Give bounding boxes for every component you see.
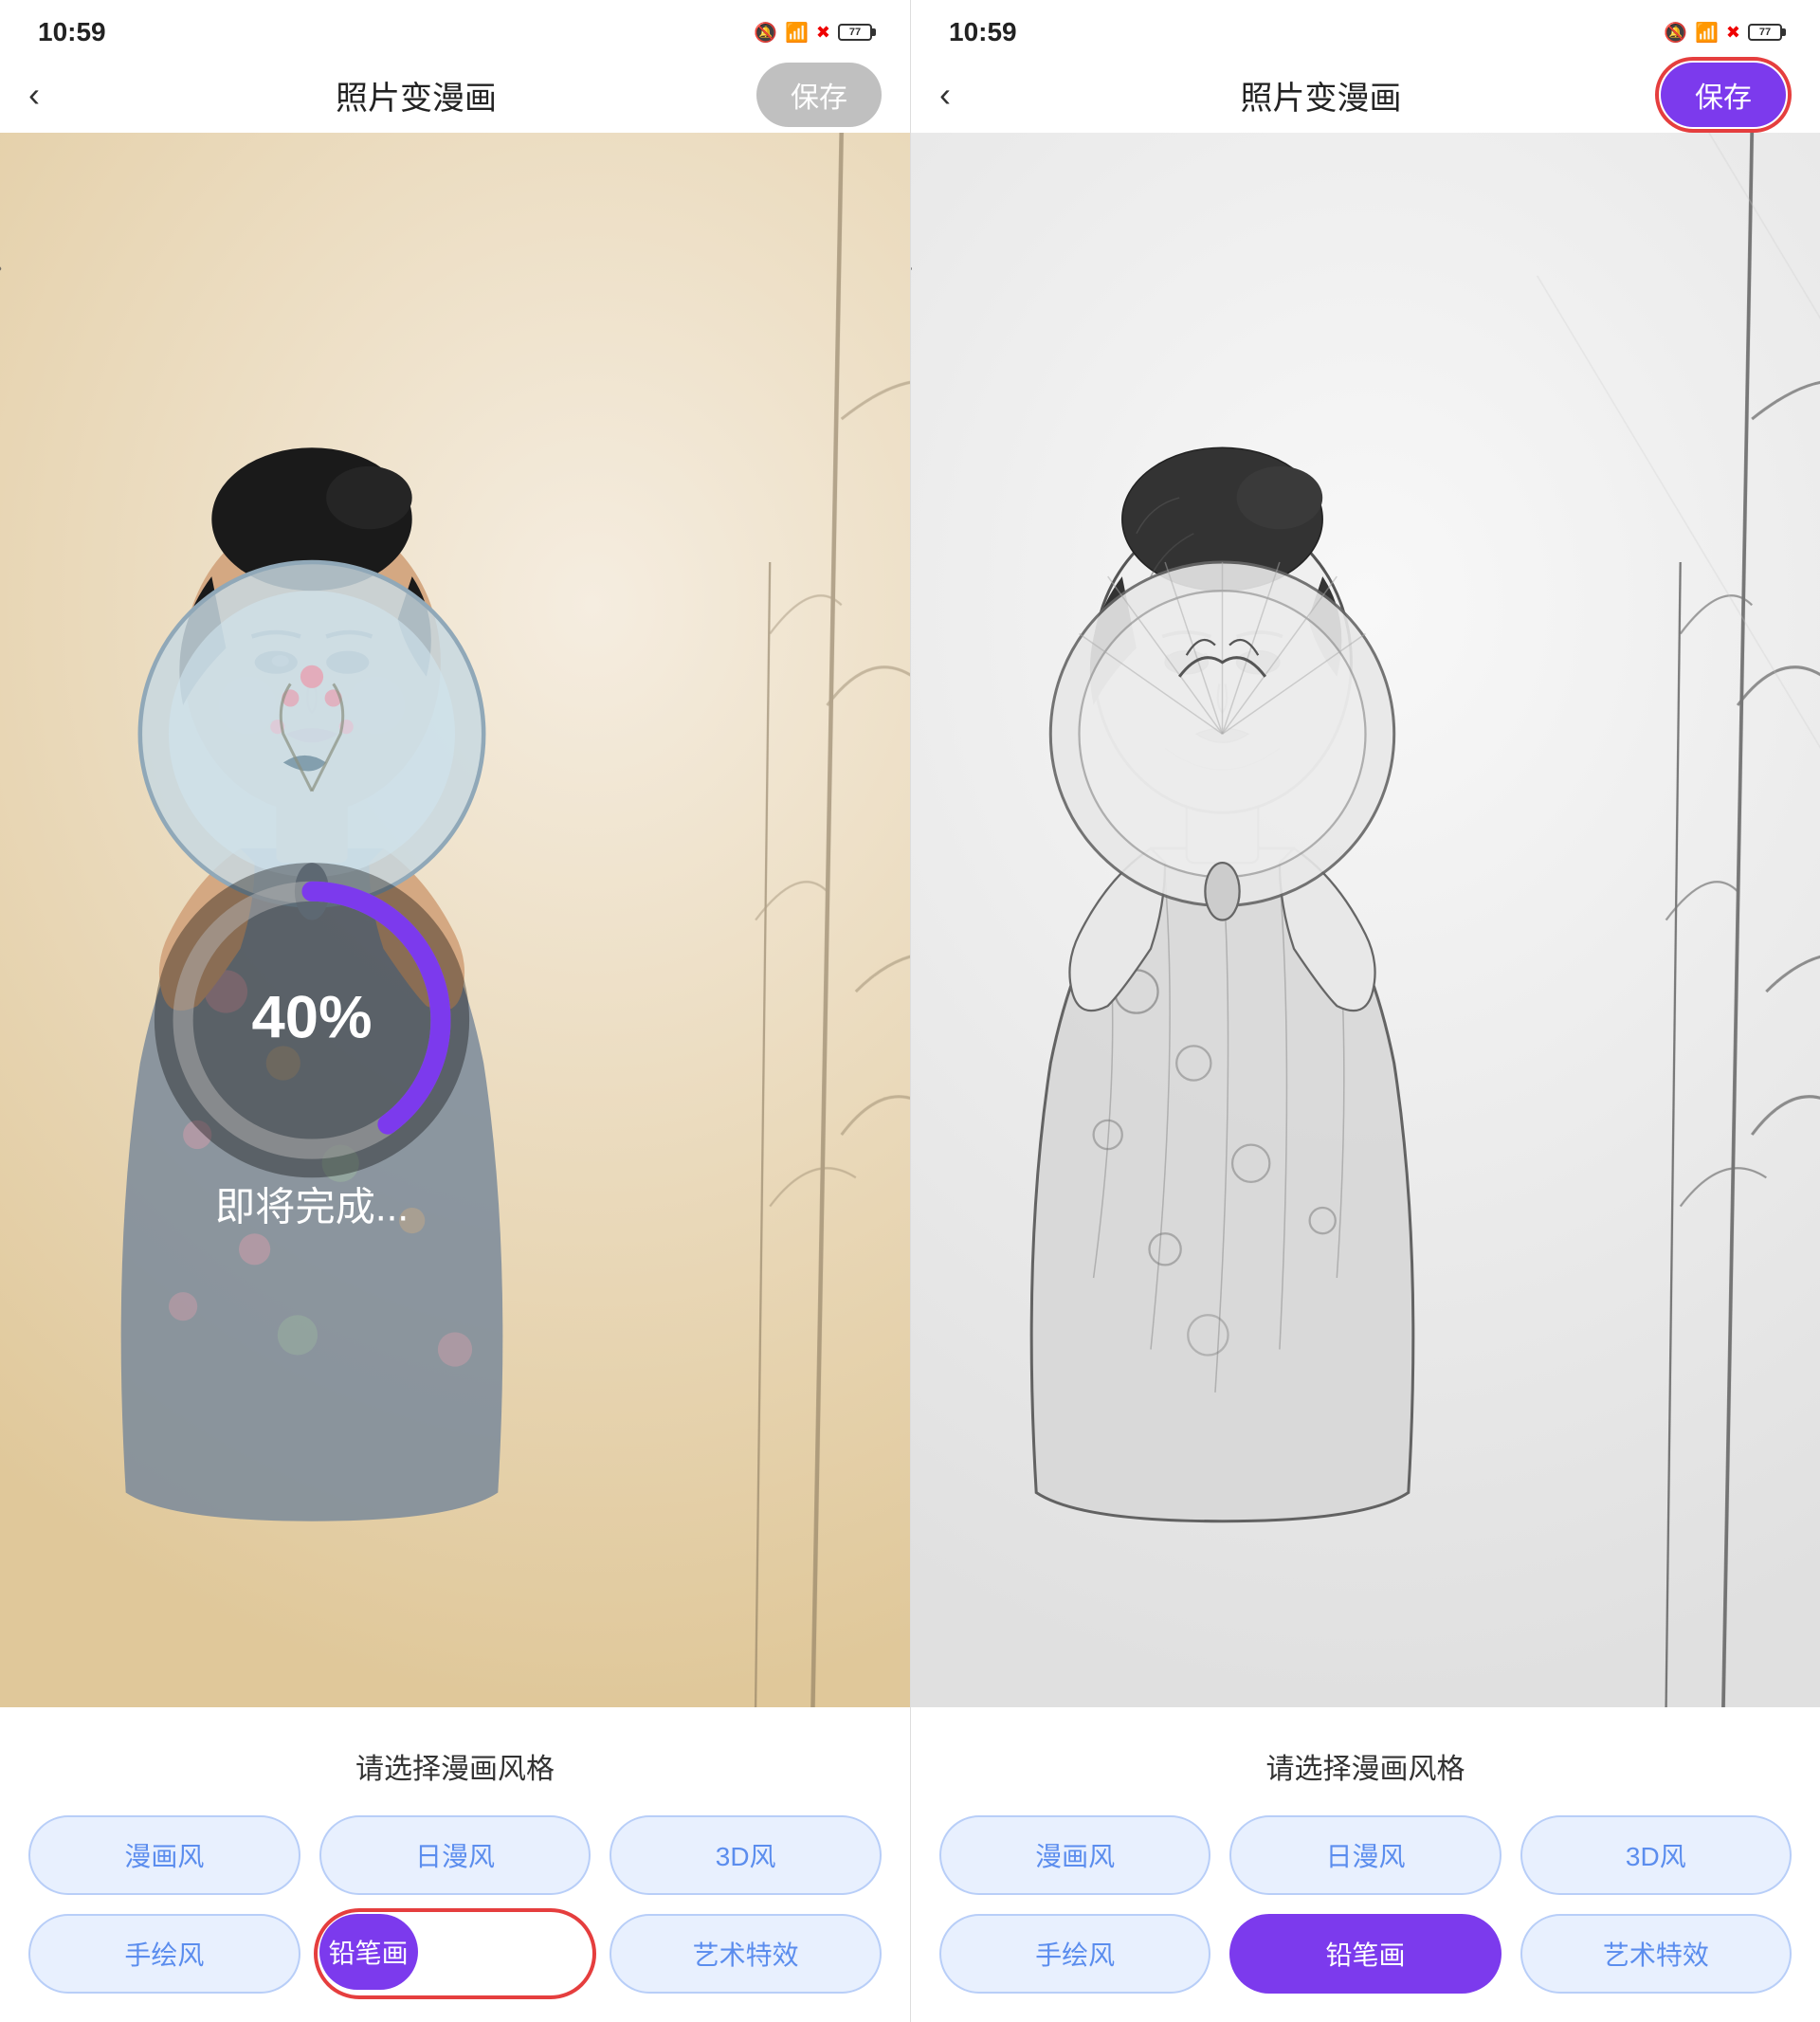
- save-button-right[interactable]: 保存: [1661, 63, 1786, 127]
- style-btn-pencil-wrapper-left: 铅笔画: [319, 1914, 592, 1994]
- image-area-right: [911, 133, 1820, 1707]
- battery-icon-right: 77: [1748, 24, 1782, 41]
- back-button-left[interactable]: ‹: [28, 75, 76, 115]
- style-btn-3d-left[interactable]: 3D风: [610, 1815, 882, 1895]
- status-icons-right: 🔕 📶 ✖ 77: [1664, 21, 1782, 45]
- status-time-left: 10:59: [38, 17, 106, 47]
- style-btn-art-left[interactable]: 艺术特效: [610, 1914, 882, 1994]
- style-btn-pencil-right[interactable]: 铅笔画: [1229, 1914, 1501, 1994]
- wifi-icon-left: 📶: [785, 21, 809, 45]
- style-btn-manga-left[interactable]: 漫画风: [28, 1815, 300, 1895]
- save-button-left[interactable]: 保存: [756, 63, 882, 127]
- status-bar-left: 10:59 🔕 📶 ✖ 77: [0, 0, 910, 57]
- illustration-svg-right: [911, 133, 1820, 1707]
- status-bar-right: 10:59 🔕 📶 ✖ 77: [911, 0, 1820, 57]
- right-panel: 10:59 🔕 📶 ✖ 77 ‹ 照片变漫画 保存: [910, 0, 1820, 2022]
- style-btn-hand-right[interactable]: 手绘风: [939, 1914, 1210, 1994]
- left-panel: 10:59 🔕 📶 ✖ 77 ‹ 照片变漫画 保存: [0, 0, 910, 2022]
- style-title-right: 请选择漫画风格: [939, 1745, 1792, 1787]
- signal-x-icon-left: ✖: [816, 23, 830, 43]
- bell-mute-icon-left: 🔕: [754, 21, 777, 45]
- illustration-left: 40% 即将完成...: [0, 133, 910, 1707]
- status-time-right: 10:59: [949, 17, 1017, 47]
- wifi-icon-right: 📶: [1695, 21, 1719, 45]
- style-btn-3d-right[interactable]: 3D风: [1520, 1815, 1792, 1895]
- status-icons-left: 🔕 📶 ✖ 77: [754, 21, 872, 45]
- illustration-svg-left: 40% 即将完成...: [0, 133, 910, 1707]
- nav-bar-left: ‹ 照片变漫画 保存: [0, 57, 910, 133]
- svg-text:即将完成...: 即将完成...: [215, 1185, 409, 1230]
- style-grid-right: 漫画风 日漫风 3D风 手绘风 铅笔画 艺术特效: [939, 1815, 1792, 1994]
- style-grid-left: 漫画风 日漫风 3D风 手绘风 铅笔画 艺术特效: [28, 1815, 882, 1994]
- image-area-left: 40% 即将完成...: [0, 133, 910, 1707]
- illustration-right: [911, 133, 1820, 1707]
- style-title-left: 请选择漫画风格: [28, 1745, 882, 1787]
- page-title-right: 照片变漫画: [987, 72, 1655, 118]
- svg-text:40%: 40%: [252, 984, 373, 1050]
- style-btn-anime-right[interactable]: 日漫风: [1229, 1815, 1501, 1895]
- page-title-left: 照片变漫画: [76, 72, 756, 118]
- style-btn-pencil-left[interactable]: 铅笔画: [319, 1914, 418, 1990]
- bell-mute-icon-right: 🔕: [1664, 21, 1687, 45]
- back-button-right[interactable]: ‹: [939, 75, 987, 115]
- style-btn-anime-left[interactable]: 日漫风: [319, 1815, 592, 1895]
- battery-icon-left: 77: [838, 24, 872, 41]
- style-section-left: 请选择漫画风格 漫画风 日漫风 3D风 手绘风 铅笔画 艺术特效: [0, 1707, 910, 2022]
- style-btn-manga-right[interactable]: 漫画风: [939, 1815, 1210, 1895]
- signal-x-icon-right: ✖: [1726, 23, 1740, 43]
- style-section-right: 请选择漫画风格 漫画风 日漫风 3D风 手绘风 铅笔画 艺术特效: [911, 1707, 1820, 2022]
- style-btn-art-right[interactable]: 艺术特效: [1520, 1914, 1792, 1994]
- nav-bar-right: ‹ 照片变漫画 保存: [911, 57, 1820, 133]
- save-button-wrapper-right: 保存: [1655, 57, 1792, 133]
- style-btn-hand-left[interactable]: 手绘风: [28, 1914, 300, 1994]
